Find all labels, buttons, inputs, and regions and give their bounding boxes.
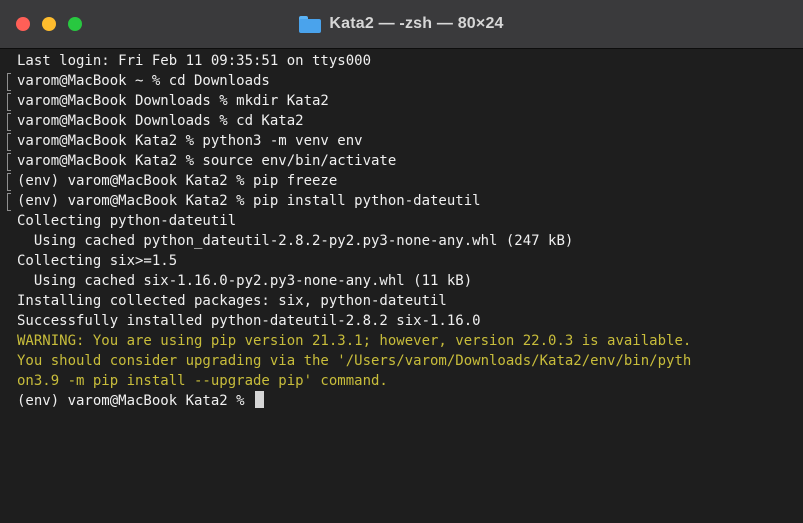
warning-line: WARNING: You are using pip version 21.3.… [17,331,803,351]
command-mark-bracket [7,193,11,211]
prompt-line[interactable]: (env) varom@MacBook Kata2 % [17,391,803,411]
command-line: varom@MacBook ~ % cd Downloads [7,71,803,91]
command-line: varom@MacBook Downloads % mkdir Kata2 [7,91,803,111]
output-line: Last login: Fri Feb 11 09:35:51 on ttys0… [17,51,803,71]
output-line: Collecting python-dateutil [17,211,803,231]
text-cursor [255,391,265,408]
title-bar[interactable]: Kata2 — -zsh — 80×24 [0,0,803,49]
folder-icon [299,15,322,33]
line-text: (env) varom@MacBook Kata2 % pip install … [17,193,481,209]
output-line: Using cached python_dateutil-2.8.2-py2.p… [17,231,803,251]
output-line: Successfully installed python-dateutil-2… [17,311,803,331]
window-title: Kata2 — -zsh — 80×24 [329,15,504,32]
prompt-text: (env) varom@MacBook Kata2 % [17,393,254,409]
line-text: Collecting six>=1.5 [17,253,178,269]
warning-line: on3.9 -m pip install --upgrade pip' comm… [17,371,803,391]
terminal-output[interactable]: Last login: Fri Feb 11 09:35:51 on ttys0… [0,49,803,523]
line-text: varom@MacBook ~ % cd Downloads [17,73,270,89]
command-line: varom@MacBook Kata2 % source env/bin/act… [7,151,803,171]
line-text: varom@MacBook Downloads % cd Kata2 [17,113,304,129]
line-text: (env) varom@MacBook Kata2 % pip freeze [17,173,338,189]
line-text: varom@MacBook Kata2 % source env/bin/act… [17,153,397,169]
command-line: (env) varom@MacBook Kata2 % pip install … [7,191,803,211]
line-text: Last login: Fri Feb 11 09:35:51 on ttys0… [17,53,372,69]
command-mark-bracket [7,173,11,191]
output-line: Installing collected packages: six, pyth… [17,291,803,311]
window-title-group: Kata2 — -zsh — 80×24 [0,0,803,48]
command-mark-bracket [7,93,11,111]
line-text: WARNING: You are using pip version 21.3.… [17,333,692,349]
terminal-window: Kata2 — -zsh — 80×24 Last login: Fri Feb… [0,0,803,523]
line-text: Using cached python_dateutil-2.8.2-py2.p… [17,233,574,249]
command-mark-bracket [7,113,11,131]
line-text: on3.9 -m pip install --upgrade pip' comm… [17,373,388,389]
command-line: (env) varom@MacBook Kata2 % pip freeze [7,171,803,191]
command-mark-bracket [7,133,11,151]
command-mark-bracket [7,153,11,171]
output-line: Collecting six>=1.5 [17,251,803,271]
command-line: varom@MacBook Kata2 % python3 -m venv en… [7,131,803,151]
warning-line: You should consider upgrading via the '/… [17,351,803,371]
line-text: Installing collected packages: six, pyth… [17,293,447,309]
command-mark-bracket [7,73,11,91]
line-text: varom@MacBook Downloads % mkdir Kata2 [17,93,329,109]
line-text: Collecting python-dateutil [17,213,237,229]
command-line: varom@MacBook Downloads % cd Kata2 [7,111,803,131]
line-text: You should consider upgrading via the '/… [17,353,692,369]
line-text: varom@MacBook Kata2 % python3 -m venv en… [17,133,363,149]
output-line: Using cached six-1.16.0-py2.py3-none-any… [17,271,803,291]
line-text: Successfully installed python-dateutil-2… [17,313,481,329]
line-text: Using cached six-1.16.0-py2.py3-none-any… [17,273,473,289]
